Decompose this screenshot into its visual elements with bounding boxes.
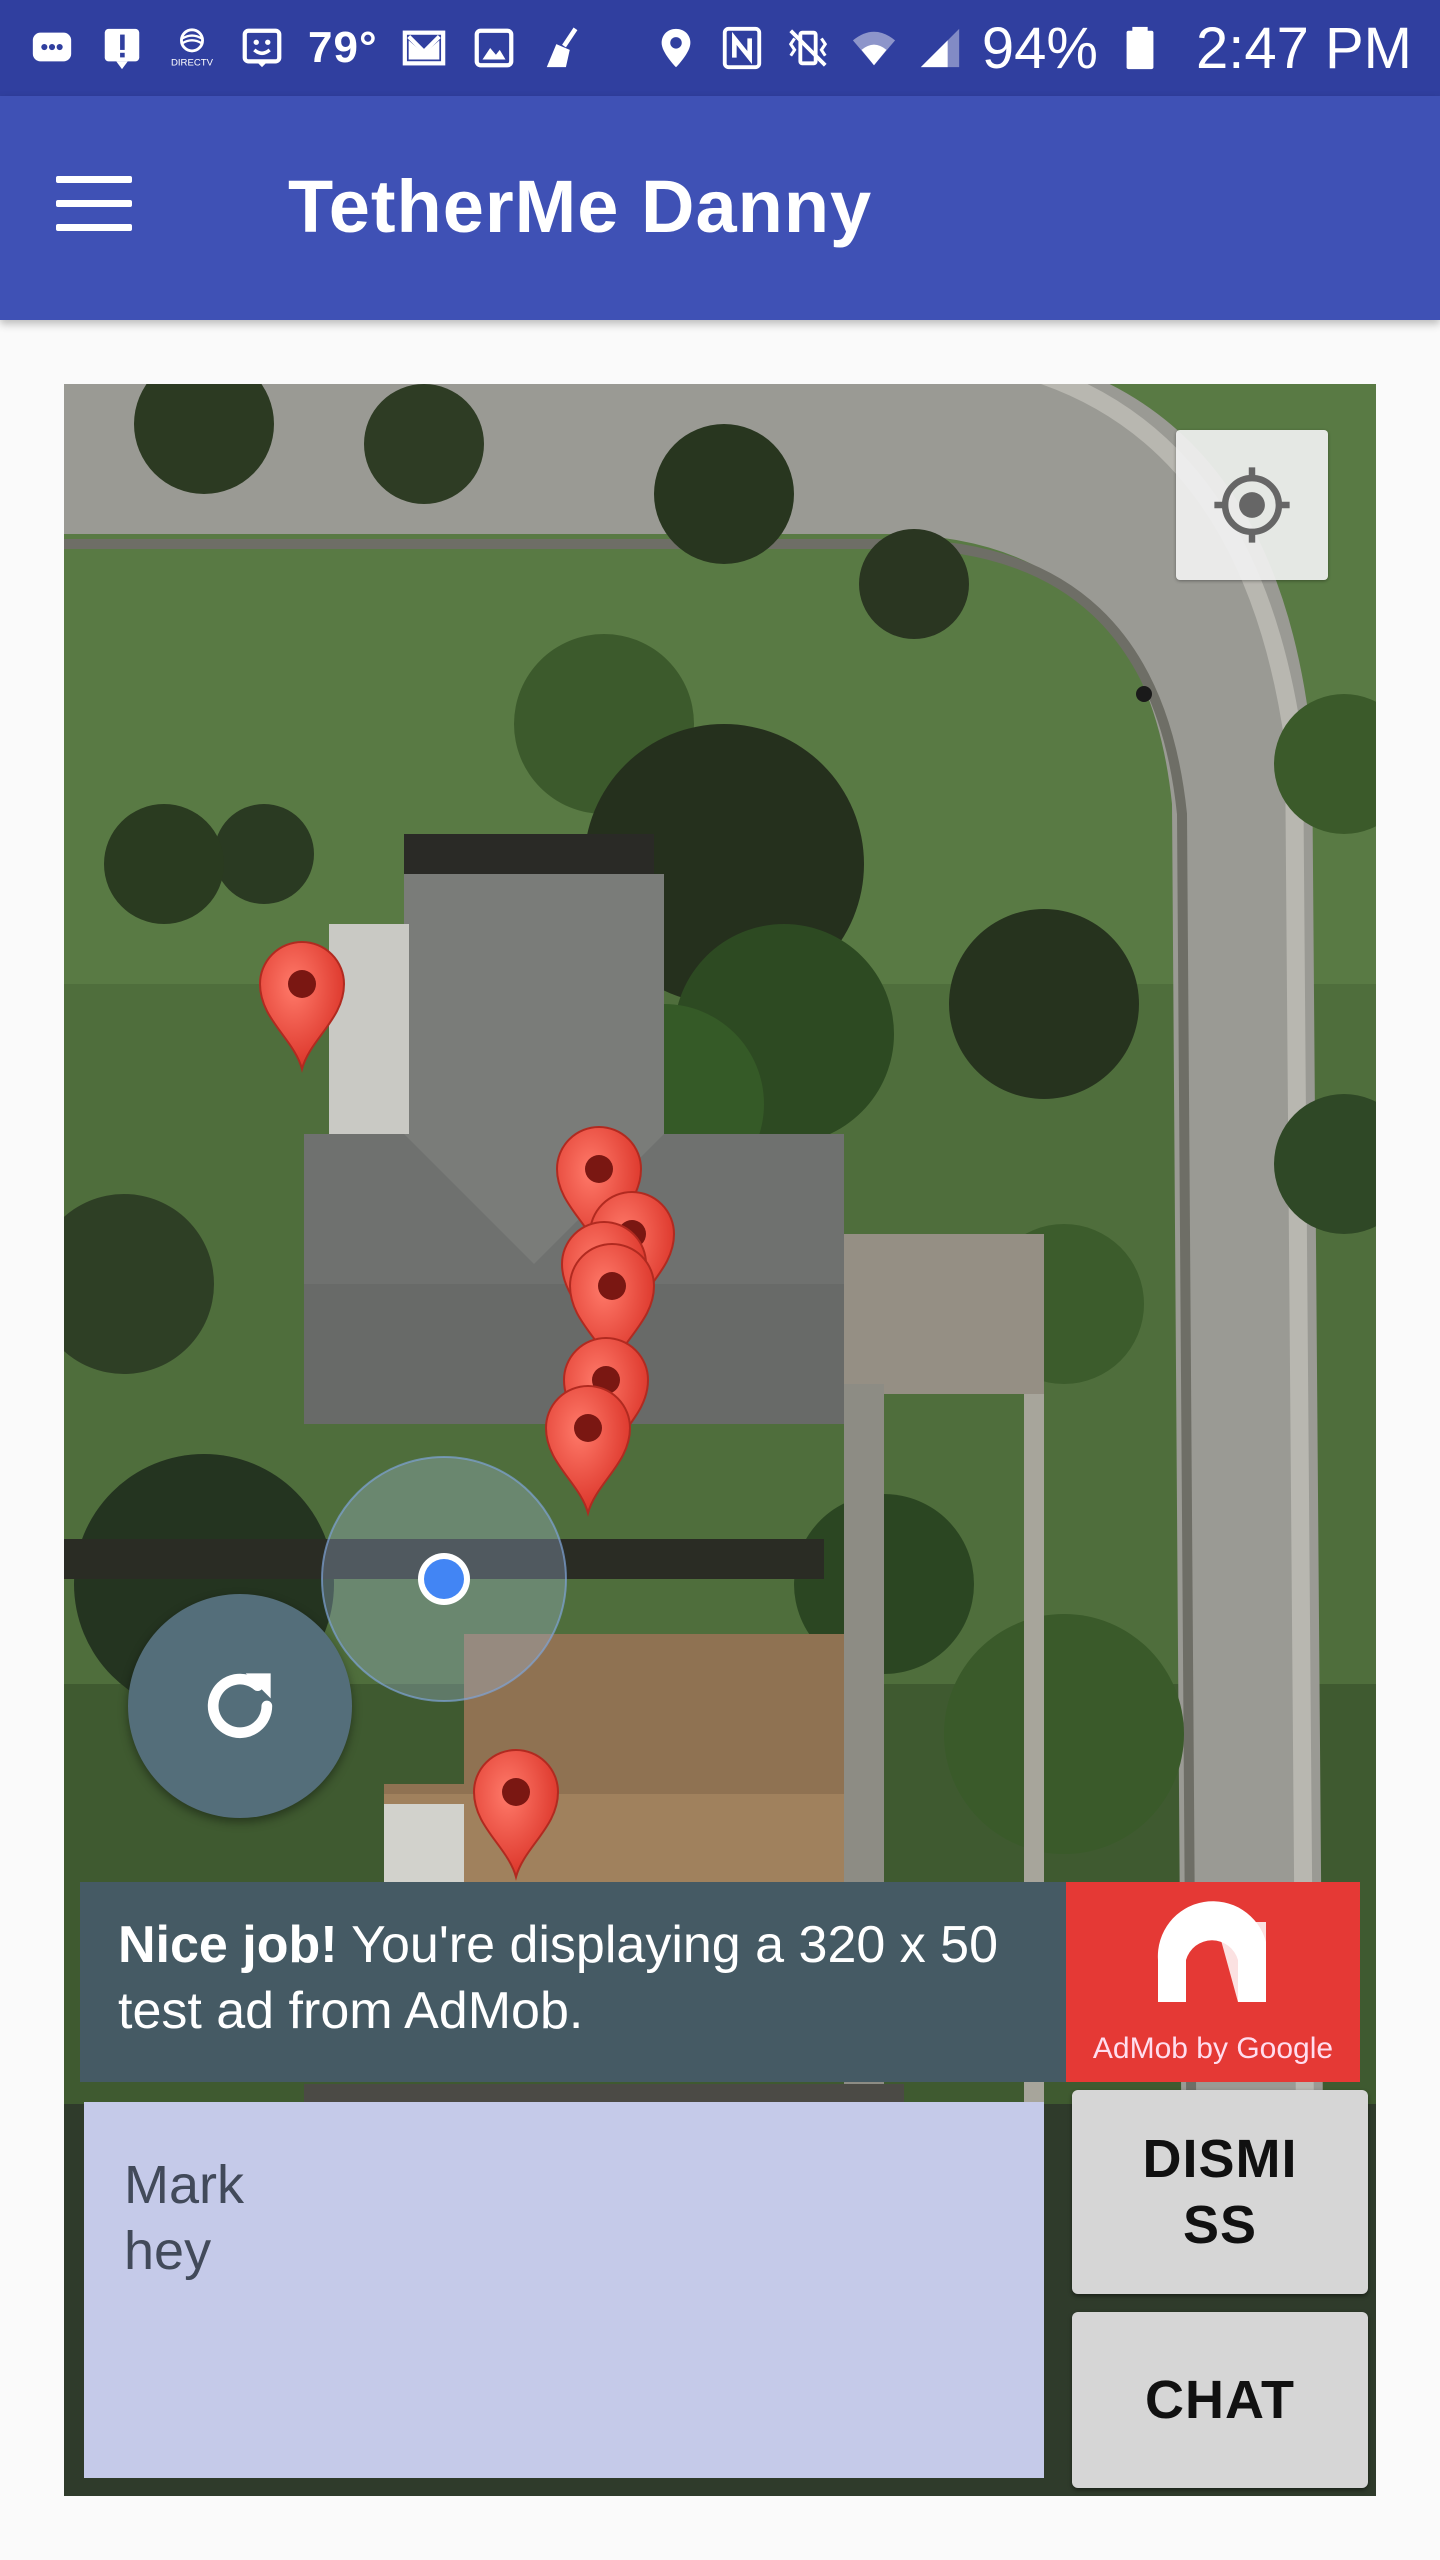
app-title: TetherMe Danny xyxy=(288,165,873,248)
map-marker[interactable] xyxy=(544,1385,632,1517)
map-marker[interactable] xyxy=(258,941,346,1073)
ad-text: Nice job! You're displaying a 320 x 50 t… xyxy=(80,1882,1066,2082)
svg-text:DIRECTV: DIRECTV xyxy=(171,57,214,68)
message-text: hey xyxy=(124,2221,212,2281)
directv-icon: DIRECTV xyxy=(168,24,216,72)
battery-percent: 94% xyxy=(981,15,1098,81)
battery-icon xyxy=(1116,24,1164,72)
chat-button[interactable]: CHAT xyxy=(1072,2312,1368,2488)
ad-text-bold: Nice job! xyxy=(118,1916,338,1974)
my-location-icon xyxy=(1214,467,1290,543)
message-sender: Mark xyxy=(124,2155,244,2215)
dismiss-button-label: DISMISS xyxy=(1142,2129,1298,2255)
ad-banner[interactable]: Nice job! You're displaying a 320 x 50 t… xyxy=(80,1882,1360,2082)
broom-icon xyxy=(540,24,588,72)
temperature-text: 79° xyxy=(308,23,378,72)
wifi-icon xyxy=(850,24,898,72)
app-bar: TetherMe Danny xyxy=(0,96,1440,320)
admob-logo-icon xyxy=(1157,1901,1266,2002)
face-icon xyxy=(238,24,286,72)
refresh-icon xyxy=(207,1673,273,1739)
image-icon xyxy=(470,24,518,72)
alert-icon xyxy=(98,24,146,72)
my-location-button[interactable] xyxy=(1176,430,1328,580)
hamburger-menu-icon[interactable] xyxy=(56,176,132,232)
message-icon xyxy=(28,24,76,72)
vibrate-icon xyxy=(784,24,832,72)
location-icon xyxy=(652,24,700,72)
clock: 2:47 PM xyxy=(1196,15,1412,81)
dismiss-button[interactable]: DISMISS xyxy=(1072,2090,1368,2294)
status-bar: DIRECTV 79° 94% 2:47 PM xyxy=(0,0,1440,96)
map-marker[interactable] xyxy=(472,1749,560,1881)
refresh-button[interactable] xyxy=(128,1594,352,1818)
chat-button-label: CHAT xyxy=(1145,2370,1295,2430)
nfc-icon xyxy=(718,24,766,72)
message-box: Mark hey xyxy=(84,2102,1044,2478)
admob-caption: AdMob by Google xyxy=(1092,2032,1334,2065)
admob-logo: AdMob by Google xyxy=(1066,1882,1360,2082)
signal-icon xyxy=(916,24,964,72)
mail-icon xyxy=(400,24,448,72)
